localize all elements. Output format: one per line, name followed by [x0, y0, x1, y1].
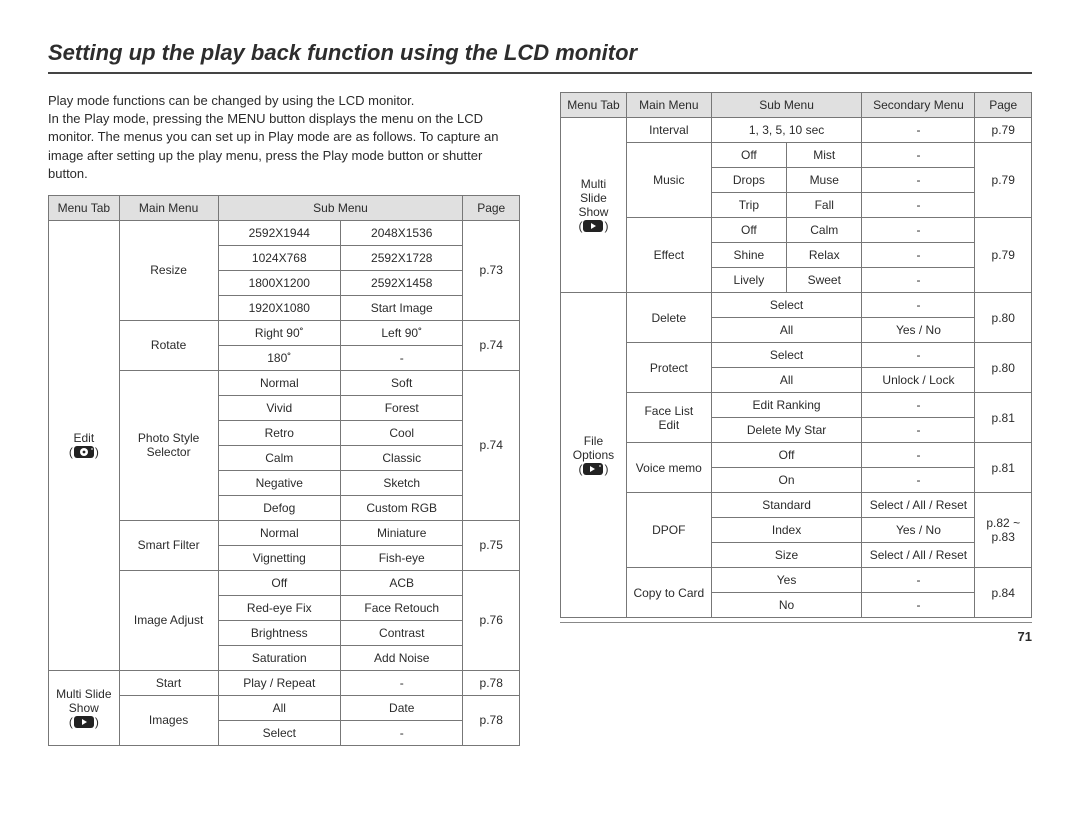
title-divider: [48, 72, 1032, 74]
intro-line-2: In the Play mode, pressing the MENU butt…: [48, 111, 498, 181]
t2-h-tab: Menu Tab: [561, 93, 627, 118]
t2-delete: Delete: [626, 293, 711, 343]
t2-interval: Interval: [626, 118, 711, 143]
t2-voicememo: Voice memo: [626, 443, 711, 493]
t1-h-main: Main Menu: [119, 195, 218, 220]
t1-h-sub: Sub Menu: [218, 195, 463, 220]
tab-slide-right: Multi Slide Show ( ): [561, 118, 627, 293]
t1-photostyle: Photo Style Selector: [119, 370, 218, 520]
menu-table-left: Menu Tab Main Menu Sub Menu Page Edit ( …: [48, 195, 520, 746]
t2-h-main: Main Menu: [626, 93, 711, 118]
tab-file: File Options ( ): [561, 293, 627, 618]
t1-h-menutab: Menu Tab: [49, 195, 120, 220]
edit-gear-icon: [73, 445, 95, 459]
t1-imageadjust: Image Adjust: [119, 570, 218, 670]
tab-edit: Edit ( ): [49, 220, 120, 670]
t1-resize-page: p.73: [463, 220, 520, 320]
t2-effect: Effect: [626, 218, 711, 293]
t1-smartfilter: Smart Filter: [119, 520, 218, 570]
slide-icon: [582, 219, 604, 233]
t2-h-page: Page: [975, 93, 1032, 118]
t2-dpof: DPOF: [626, 493, 711, 568]
t2-facelist: Face List Edit: [626, 393, 711, 443]
t2-protect: Protect: [626, 343, 711, 393]
tab-slide-left: Multi Slide Show ( ): [49, 670, 120, 745]
t1-h-page: Page: [463, 195, 520, 220]
t1-rotate: Rotate: [119, 320, 218, 370]
slide-icon: [73, 715, 95, 729]
t1-images: Images: [119, 695, 218, 745]
t2-h-secondary: Secondary Menu: [862, 93, 975, 118]
t1-resize: Resize: [119, 220, 218, 320]
right-column: Menu Tab Main Menu Sub Menu Secondary Me…: [560, 92, 1032, 746]
menu-table-right: Menu Tab Main Menu Sub Menu Secondary Me…: [560, 92, 1032, 618]
page-title: Setting up the play back function using …: [48, 40, 1032, 66]
intro-text: Play mode functions can be changed by us…: [48, 92, 520, 183]
page-number: 71: [560, 629, 1032, 644]
t1-start: Start: [119, 670, 218, 695]
left-column: Play mode functions can be changed by us…: [48, 92, 520, 746]
file-gear-icon: [582, 462, 604, 476]
t2-copy: Copy to Card: [626, 568, 711, 618]
t2-music: Music: [626, 143, 711, 218]
t2-h-sub: Sub Menu: [711, 93, 862, 118]
footer-divider: [560, 622, 1032, 623]
intro-line-1: Play mode functions can be changed by us…: [48, 93, 414, 108]
content-columns: Play mode functions can be changed by us…: [48, 92, 1032, 746]
